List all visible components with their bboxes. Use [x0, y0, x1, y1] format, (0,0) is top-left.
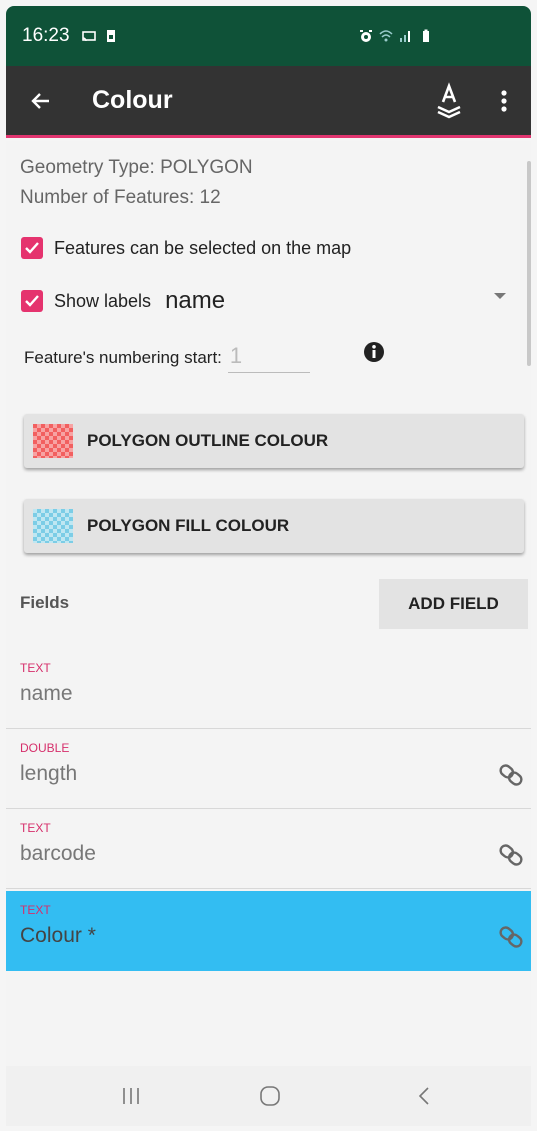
info-icon[interactable]	[363, 341, 385, 363]
numbering-start-row: Feature's numbering start: 1	[24, 343, 310, 373]
field-type: TEXT	[20, 661, 51, 675]
status-bar: 16:23	[6, 6, 531, 66]
link-icon[interactable]	[497, 841, 525, 869]
link-icon[interactable]	[497, 923, 525, 951]
polygon-outline-colour-button[interactable]: POLYGON OUTLINE COLOUR	[24, 414, 524, 468]
field-name: Colour *	[20, 924, 96, 947]
field-row[interactable]: TEXT barcode	[6, 809, 531, 889]
check-icon	[25, 242, 39, 254]
app-bar: Colour	[6, 66, 531, 138]
outline-colour-label: POLYGON OUTLINE COLOUR	[87, 431, 329, 450]
sim-icon	[106, 30, 115, 42]
feature-count-text: Number of Features: 12	[20, 187, 221, 208]
geometry-type-text: Geometry Type: POLYGON	[20, 157, 253, 178]
recent-apps-button[interactable]	[91, 1066, 171, 1126]
layer-style-button[interactable]	[429, 78, 469, 124]
signal-icon	[400, 31, 410, 42]
field-row-selected[interactable]: TEXT Colour *	[6, 891, 531, 971]
check-icon	[25, 295, 39, 307]
numbering-start-input[interactable]: 1	[227, 343, 310, 373]
link-icon[interactable]	[497, 761, 525, 789]
field-type: TEXT	[20, 903, 51, 917]
home-button[interactable]	[230, 1066, 310, 1126]
outline-colour-swatch	[33, 424, 73, 458]
field-row[interactable]: TEXT name	[6, 649, 531, 729]
show-labels-option: Show labels name	[21, 287, 225, 315]
selectable-checkbox[interactable]	[21, 237, 43, 259]
fields-heading: Fields	[20, 593, 70, 612]
field-type: TEXT	[20, 821, 51, 835]
field-name: barcode	[20, 842, 96, 865]
selectable-label: Features can be selected on the map	[54, 237, 352, 258]
numbering-start-label: Feature's numbering start:	[24, 348, 222, 367]
system-navigation-bar	[6, 1066, 531, 1126]
field-row[interactable]: DOUBLE length	[6, 729, 531, 809]
home-icon	[260, 1086, 280, 1106]
notification-icons	[81, 29, 118, 43]
alarm-icon	[360, 30, 372, 42]
back-nav-button[interactable]	[384, 1066, 464, 1126]
field-name: length	[20, 762, 78, 785]
cast-icon	[81, 31, 96, 42]
scrollbar[interactable]	[527, 161, 531, 366]
system-status-icons	[359, 29, 433, 43]
fill-colour-swatch	[33, 509, 73, 543]
page-title: Colour	[92, 86, 173, 114]
polygon-fill-colour-button[interactable]: POLYGON FILL COLOUR	[24, 499, 524, 553]
arrow-back-icon	[31, 92, 49, 109]
selectable-option: Features can be selected on the map	[21, 237, 351, 259]
recent-apps-icon	[123, 1088, 139, 1104]
battery-icon	[423, 29, 429, 42]
status-time: 16:23	[22, 25, 70, 46]
layer-properties-panel: Geometry Type: POLYGON Number of Feature…	[6, 141, 531, 1066]
back-button[interactable]	[18, 78, 64, 124]
field-type: DOUBLE	[20, 741, 70, 755]
show-labels-checkbox[interactable]	[21, 290, 43, 312]
field-name: name	[20, 682, 73, 705]
label-field-select[interactable]: name	[165, 287, 225, 315]
overflow-menu-button[interactable]	[487, 78, 521, 124]
add-field-button[interactable]: ADD FIELD	[379, 579, 528, 629]
fill-colour-label: POLYGON FILL COLOUR	[87, 516, 290, 535]
dropdown-arrow-icon[interactable]	[494, 293, 506, 299]
show-labels-label: Show labels	[54, 290, 152, 311]
wifi-icon	[379, 30, 393, 42]
more-vert-icon	[501, 89, 507, 112]
chevron-left-icon	[418, 1087, 429, 1105]
layers-icon	[437, 81, 461, 118]
